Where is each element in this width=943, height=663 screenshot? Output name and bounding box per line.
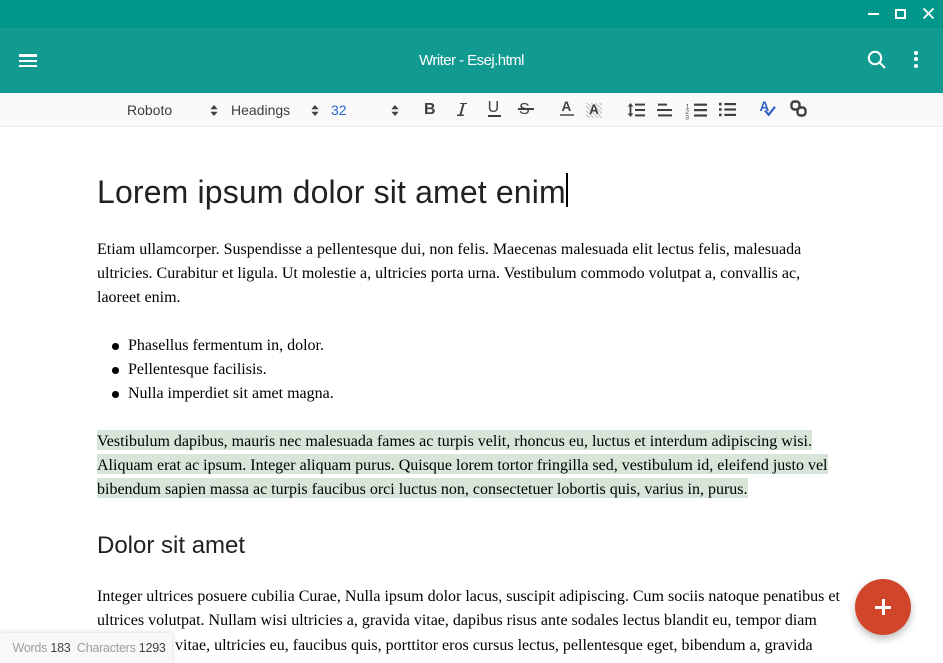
svg-text:3: 3 [685, 115, 689, 120]
